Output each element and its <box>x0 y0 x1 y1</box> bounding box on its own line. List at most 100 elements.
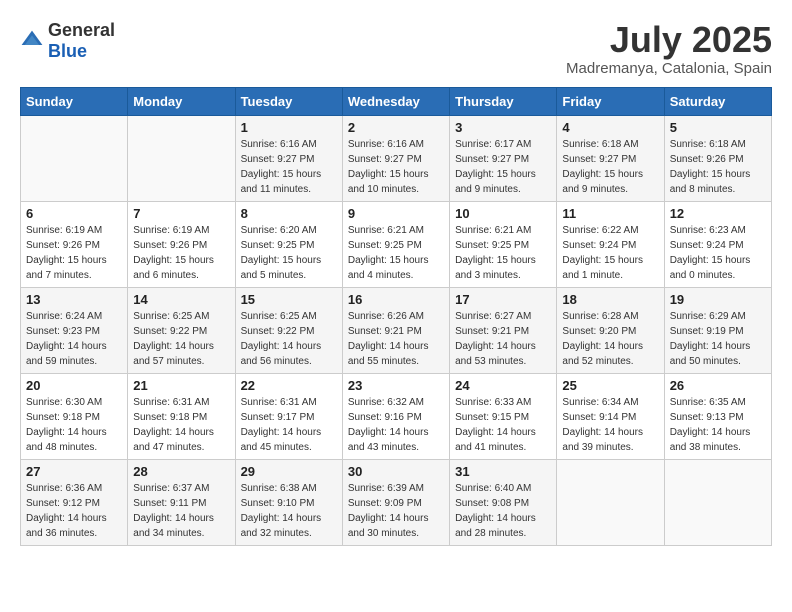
day-info: Sunrise: 6:27 AMSunset: 9:21 PMDaylight:… <box>455 309 551 369</box>
day-number: 24 <box>455 378 551 393</box>
calendar-cell: 23 Sunrise: 6:32 AMSunset: 9:16 PMDayligh… <box>342 373 449 459</box>
logo-blue: Blue <box>48 41 87 61</box>
day-info: Sunrise: 6:18 AMSunset: 9:26 PMDaylight:… <box>670 137 766 197</box>
day-info: Sunrise: 6:34 AMSunset: 9:14 PMDaylight:… <box>562 395 658 455</box>
day-number: 28 <box>133 464 229 479</box>
calendar-cell: 14 Sunrise: 6:25 AMSunset: 9:22 PMDayligh… <box>128 287 235 373</box>
day-number: 27 <box>26 464 122 479</box>
day-number: 19 <box>670 292 766 307</box>
logo-general: General <box>48 20 115 40</box>
calendar-cell: 7Sunrise: 6:19 AMSunset: 9:26 PMDaylight… <box>128 201 235 287</box>
weekday-header: Thursday <box>450 87 557 115</box>
calendar-cell: 31 Sunrise: 6:40 AMSunset: 9:08 PMDayligh… <box>450 459 557 545</box>
day-number: 26 <box>670 378 766 393</box>
day-info: Sunrise: 6:21 AMSunset: 9:25 PMDaylight:… <box>348 223 444 283</box>
weekday-header: Tuesday <box>235 87 342 115</box>
day-number: 2 <box>348 120 444 135</box>
day-number: 21 <box>133 378 229 393</box>
calendar-cell: 3 Sunrise: 6:17 AMSunset: 9:27 PMDaylight… <box>450 115 557 201</box>
calendar-week-row: 6Sunrise: 6:19 AMSunset: 9:26 PMDaylight… <box>21 201 772 287</box>
day-number: 3 <box>455 120 551 135</box>
day-info: Sunrise: 6:17 AMSunset: 9:27 PMDaylight:… <box>455 137 551 197</box>
day-info: Sunrise: 6:24 AMSunset: 9:23 PMDaylight:… <box>26 309 122 369</box>
day-number: 13 <box>26 292 122 307</box>
calendar-cell: 30 Sunrise: 6:39 AMSunset: 9:09 PMDayligh… <box>342 459 449 545</box>
calendar-cell: 16Sunrise: 6:26 AMSunset: 9:21 PMDayligh… <box>342 287 449 373</box>
calendar-cell: 8 Sunrise: 6:20 AMSunset: 9:25 PMDaylight… <box>235 201 342 287</box>
day-number: 29 <box>241 464 337 479</box>
day-info: Sunrise: 6:37 AMSunset: 9:11 PMDaylight:… <box>133 481 229 541</box>
calendar-cell: 10Sunrise: 6:21 AMSunset: 9:25 PMDayligh… <box>450 201 557 287</box>
calendar-cell: 24 Sunrise: 6:33 AMSunset: 9:15 PMDayligh… <box>450 373 557 459</box>
day-number: 12 <box>670 206 766 221</box>
calendar-cell: 19 Sunrise: 6:29 AMSunset: 9:19 PMDayligh… <box>664 287 771 373</box>
day-info: Sunrise: 6:36 AMSunset: 9:12 PMDaylight:… <box>26 481 122 541</box>
day-number: 11 <box>562 206 658 221</box>
day-number: 5 <box>670 120 766 135</box>
calendar-cell: 25 Sunrise: 6:34 AMSunset: 9:14 PMDayligh… <box>557 373 664 459</box>
weekday-row: SundayMondayTuesdayWednesdayThursdayFrid… <box>21 87 772 115</box>
day-info: Sunrise: 6:18 AMSunset: 9:27 PMDaylight:… <box>562 137 658 197</box>
day-info: Sunrise: 6:32 AMSunset: 9:16 PMDaylight:… <box>348 395 444 455</box>
day-info: Sunrise: 6:28 AMSunset: 9:20 PMDaylight:… <box>562 309 658 369</box>
day-number: 7 <box>133 206 229 221</box>
calendar-cell: 29 Sunrise: 6:38 AMSunset: 9:10 PMDayligh… <box>235 459 342 545</box>
calendar-cell <box>664 459 771 545</box>
day-info: Sunrise: 6:33 AMSunset: 9:15 PMDaylight:… <box>455 395 551 455</box>
day-number: 15 <box>241 292 337 307</box>
title-block: July 2025 Madremanya, Catalonia, Spain <box>566 20 772 77</box>
location-title: Madremanya, Catalonia, Spain <box>566 60 772 77</box>
calendar-cell: 15 Sunrise: 6:25 AMSunset: 9:22 PMDayligh… <box>235 287 342 373</box>
day-info: Sunrise: 6:19 AMSunset: 9:26 PMDaylight:… <box>26 223 122 283</box>
day-number: 23 <box>348 378 444 393</box>
day-number: 14 <box>133 292 229 307</box>
calendar-cell: 6Sunrise: 6:19 AMSunset: 9:26 PMDaylight… <box>21 201 128 287</box>
page-header: General Blue July 2025 Madremanya, Catal… <box>20 20 772 77</box>
day-number: 31 <box>455 464 551 479</box>
day-info: Sunrise: 6:29 AMSunset: 9:19 PMDaylight:… <box>670 309 766 369</box>
day-number: 18 <box>562 292 658 307</box>
calendar-cell: 28 Sunrise: 6:37 AMSunset: 9:11 PMDayligh… <box>128 459 235 545</box>
day-info: Sunrise: 6:40 AMSunset: 9:08 PMDaylight:… <box>455 481 551 541</box>
calendar-week-row: 13 Sunrise: 6:24 AMSunset: 9:23 PMDayligh… <box>21 287 772 373</box>
day-number: 8 <box>241 206 337 221</box>
day-info: Sunrise: 6:30 AMSunset: 9:18 PMDaylight:… <box>26 395 122 455</box>
calendar-header: SundayMondayTuesdayWednesdayThursdayFrid… <box>21 87 772 115</box>
weekday-header: Friday <box>557 87 664 115</box>
day-number: 4 <box>562 120 658 135</box>
day-info: Sunrise: 6:25 AMSunset: 9:22 PMDaylight:… <box>241 309 337 369</box>
day-info: Sunrise: 6:25 AMSunset: 9:22 PMDaylight:… <box>133 309 229 369</box>
day-number: 25 <box>562 378 658 393</box>
day-info: Sunrise: 6:22 AMSunset: 9:24 PMDaylight:… <box>562 223 658 283</box>
day-number: 30 <box>348 464 444 479</box>
calendar-cell <box>557 459 664 545</box>
calendar-cell: 17 Sunrise: 6:27 AMSunset: 9:21 PMDayligh… <box>450 287 557 373</box>
calendar-body: 1Sunrise: 6:16 AMSunset: 9:27 PMDaylight… <box>21 115 772 545</box>
day-number: 20 <box>26 378 122 393</box>
calendar-cell: 27 Sunrise: 6:36 AMSunset: 9:12 PMDayligh… <box>21 459 128 545</box>
logo: General Blue <box>20 20 115 62</box>
calendar-cell: 18 Sunrise: 6:28 AMSunset: 9:20 PMDayligh… <box>557 287 664 373</box>
day-number: 17 <box>455 292 551 307</box>
day-number: 22 <box>241 378 337 393</box>
calendar-week-row: 27 Sunrise: 6:36 AMSunset: 9:12 PMDayligh… <box>21 459 772 545</box>
calendar-cell: 22Sunrise: 6:31 AMSunset: 9:17 PMDayligh… <box>235 373 342 459</box>
weekday-header: Saturday <box>664 87 771 115</box>
day-info: Sunrise: 6:38 AMSunset: 9:10 PMDaylight:… <box>241 481 337 541</box>
day-info: Sunrise: 6:16 AMSunset: 9:27 PMDaylight:… <box>241 137 337 197</box>
day-number: 9 <box>348 206 444 221</box>
day-info: Sunrise: 6:20 AMSunset: 9:25 PMDaylight:… <box>241 223 337 283</box>
calendar-cell: 12Sunrise: 6:23 AMSunset: 9:24 PMDayligh… <box>664 201 771 287</box>
calendar-cell: 13 Sunrise: 6:24 AMSunset: 9:23 PMDayligh… <box>21 287 128 373</box>
calendar-week-row: 1Sunrise: 6:16 AMSunset: 9:27 PMDaylight… <box>21 115 772 201</box>
calendar-cell: 9 Sunrise: 6:21 AMSunset: 9:25 PMDaylight… <box>342 201 449 287</box>
weekday-header: Monday <box>128 87 235 115</box>
calendar-cell: 20 Sunrise: 6:30 AMSunset: 9:18 PMDayligh… <box>21 373 128 459</box>
calendar-cell: 5 Sunrise: 6:18 AMSunset: 9:26 PMDaylight… <box>664 115 771 201</box>
day-number: 16 <box>348 292 444 307</box>
calendar-cell <box>21 115 128 201</box>
day-info: Sunrise: 6:39 AMSunset: 9:09 PMDaylight:… <box>348 481 444 541</box>
weekday-header: Wednesday <box>342 87 449 115</box>
logo-text: General Blue <box>48 20 115 62</box>
day-info: Sunrise: 6:35 AMSunset: 9:13 PMDaylight:… <box>670 395 766 455</box>
